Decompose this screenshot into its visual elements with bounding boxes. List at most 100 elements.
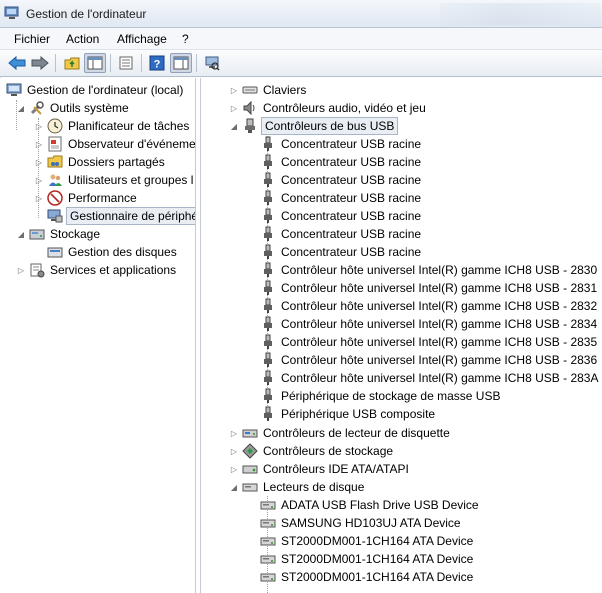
tree-item-gestion-disques[interactable]: Gestion des disques: [47, 243, 179, 261]
device-item[interactable]: Contrôleur hôte universel Intel(R) gamme…: [260, 279, 599, 297]
tree-item-label: Utilisateurs et groupes l: [68, 173, 194, 187]
expand-arrow-icon[interactable]: ▷: [229, 428, 239, 438]
tree-item-observateur[interactable]: ▷ Observateur d'événeme: [34, 135, 195, 153]
back-icon[interactable]: [6, 53, 28, 73]
device-item[interactable]: Contrôleur hôte universel Intel(R) gamme…: [260, 315, 599, 333]
tree-item-dossiers[interactable]: ▷ Dossiers partagés: [34, 153, 167, 171]
device-item[interactable]: Concentrateur USB racine: [260, 243, 423, 261]
tree-item-gestionnaire[interactable]: Gestionnaire de périphé: [47, 207, 195, 225]
device-item[interactable]: Concentrateur USB racine: [260, 189, 423, 207]
menu-fichier[interactable]: Fichier: [14, 32, 50, 46]
device-item[interactable]: Concentrateur USB racine: [260, 135, 423, 153]
category-label: Claviers: [263, 83, 307, 97]
tools-icon: [29, 100, 45, 116]
console-tree-icon[interactable]: [84, 53, 106, 73]
device-item[interactable]: Concentrateur USB racine: [260, 207, 423, 225]
collapse-arrow-icon[interactable]: ◢: [16, 103, 26, 113]
expand-arrow-icon[interactable]: ▷: [229, 464, 239, 474]
expand-arrow-icon[interactable]: ▷: [229, 446, 239, 456]
console-tree-pane[interactable]: Gestion de l'ordinateur (local) ◢ Outils…: [0, 78, 196, 593]
tree-item-root[interactable]: Gestion de l'ordinateur (local): [6, 81, 185, 99]
collapse-arrow-icon[interactable]: ◢: [16, 229, 26, 239]
device-label: Concentrateur USB racine: [281, 227, 422, 241]
tree-item-services[interactable]: ▷ Services et applications: [16, 261, 178, 279]
collapse-arrow-icon[interactable]: ◢: [229, 482, 239, 492]
device-item[interactable]: ST2000DM001-1CH164 ATA Device: [260, 532, 475, 550]
expand-arrow-icon[interactable]: ▷: [34, 121, 44, 131]
category-ide[interactable]: ▷ Contrôleurs IDE ATA/ATAPI: [229, 460, 411, 478]
svg-text:?: ?: [154, 59, 161, 71]
device-label: Concentrateur USB racine: [281, 173, 422, 187]
device-item[interactable]: Contrôleur hôte universel Intel(R) gamme…: [260, 261, 599, 279]
device-tree-pane[interactable]: ▷ Claviers ▷ Contrôleurs audio, vidéo et…: [200, 78, 602, 593]
category-audio[interactable]: ▷ Contrôleurs audio, vidéo et jeu: [229, 99, 428, 117]
expand-arrow-icon[interactable]: ▷: [34, 193, 44, 203]
tree-item-label: Gestion de l'ordinateur (local): [27, 83, 184, 97]
device-item[interactable]: Périphérique de stockage de masse USB: [260, 387, 502, 405]
category-claviers[interactable]: ▷ Claviers: [229, 81, 308, 99]
collapse-arrow-icon[interactable]: ◢: [229, 121, 239, 131]
expand-arrow-icon[interactable]: ▷: [34, 157, 44, 167]
device-label: Contrôleur hôte universel Intel(R) gamme…: [281, 263, 598, 277]
device-item[interactable]: Contrôleur hôte universel Intel(R) gamme…: [260, 369, 600, 387]
device-item[interactable]: Contrôleur hôte universel Intel(R) gamme…: [260, 351, 599, 369]
expand-arrow-icon[interactable]: ▷: [34, 175, 44, 185]
category-label: Contrôleurs de stockage: [263, 444, 394, 458]
menu-affichage[interactable]: Affichage: [117, 32, 167, 46]
category-label: Contrôleurs de lecteur de disquette: [263, 426, 450, 440]
device-item[interactable]: Contrôleur hôte universel Intel(R) gamme…: [260, 333, 599, 351]
tree-item-outils-systeme[interactable]: ◢ Outils système: [16, 99, 131, 117]
forward-icon[interactable]: [29, 53, 51, 73]
usb-device-icon: [260, 244, 276, 260]
device-label: Périphérique USB composite: [281, 407, 436, 421]
device-item[interactable]: ST2000DM001-1CH164 ATA Device: [260, 568, 475, 586]
device-item[interactable]: ADATA USB Flash Drive USB Device: [260, 496, 481, 514]
scan-hardware-icon[interactable]: [201, 53, 223, 73]
device-item[interactable]: SAMSUNG HD103UJ ATA Device: [260, 514, 463, 532]
expand-arrow-icon[interactable]: ▷: [229, 85, 239, 95]
tree-item-planificateur[interactable]: ▷ Planificateur de tâches: [34, 117, 191, 135]
device-label: Concentrateur USB racine: [281, 137, 422, 151]
usb-device-icon: [260, 208, 276, 224]
device-item[interactable]: ST2000DM001-1CH164 ATA Device: [260, 550, 475, 568]
event-viewer-icon: [47, 136, 63, 152]
device-item[interactable]: Contrôleur hôte universel Intel(R) gamme…: [260, 297, 599, 315]
menu-action[interactable]: Action: [66, 32, 99, 46]
device-label: Contrôleur hôte universel Intel(R) gamme…: [281, 353, 598, 367]
usb-device-icon: [260, 262, 276, 278]
category-label: Lecteurs de disque: [263, 480, 365, 494]
device-item[interactable]: Concentrateur USB racine: [260, 225, 423, 243]
menu-help[interactable]: ?: [182, 32, 189, 46]
tree-item-utilisateurs[interactable]: ▷ Utilisateurs et groupes l: [34, 171, 195, 189]
device-label: SAMSUNG HD103UJ ATA Device: [281, 516, 461, 530]
category-disquette[interactable]: ▷ Contrôleurs de lecteur de disquette: [229, 424, 452, 442]
category-stockage[interactable]: ▷ Contrôleurs de stockage: [229, 442, 395, 460]
category-label: Contrôleurs de bus USB: [261, 117, 399, 135]
usb-icon: [242, 118, 258, 134]
usb-device-icon: [260, 334, 276, 350]
tree-item-performance[interactable]: ▷ Performance: [34, 189, 139, 207]
device-item[interactable]: Concentrateur USB racine: [260, 153, 423, 171]
device-label: Concentrateur USB racine: [281, 245, 422, 259]
computer-management-icon: [4, 6, 20, 20]
help-icon[interactable]: ?: [146, 53, 168, 73]
category-usb[interactable]: ◢ Contrôleurs de bus USB: [229, 117, 399, 135]
tree-item-label: Planificateur de tâches: [68, 119, 190, 133]
show-hide-icon[interactable]: [170, 53, 192, 73]
tree-item-label: Stockage: [50, 227, 101, 241]
expand-arrow-icon[interactable]: ▷: [229, 103, 239, 113]
category-label: Contrôleurs IDE ATA/ATAPI: [263, 462, 409, 476]
keyboard-icon: [242, 82, 258, 98]
tree-item-stockage[interactable]: ◢ Stockage: [16, 225, 102, 243]
shared-folder-icon: [47, 154, 63, 170]
device-item[interactable]: Périphérique USB composite: [260, 405, 437, 423]
device-label: Contrôleur hôte universel Intel(R) gamme…: [281, 371, 599, 385]
category-partial[interactable]: ▷: [229, 586, 242, 593]
expand-arrow-icon[interactable]: ▷: [34, 139, 44, 149]
properties-icon[interactable]: [115, 53, 137, 73]
device-label: ST2000DM001-1CH164 ATA Device: [281, 534, 474, 548]
up-folder-icon[interactable]: [61, 53, 83, 73]
category-lecteurs[interactable]: ◢ Lecteurs de disque: [229, 478, 366, 496]
device-item[interactable]: Concentrateur USB racine: [260, 171, 423, 189]
expand-arrow-icon[interactable]: ▷: [16, 265, 26, 275]
